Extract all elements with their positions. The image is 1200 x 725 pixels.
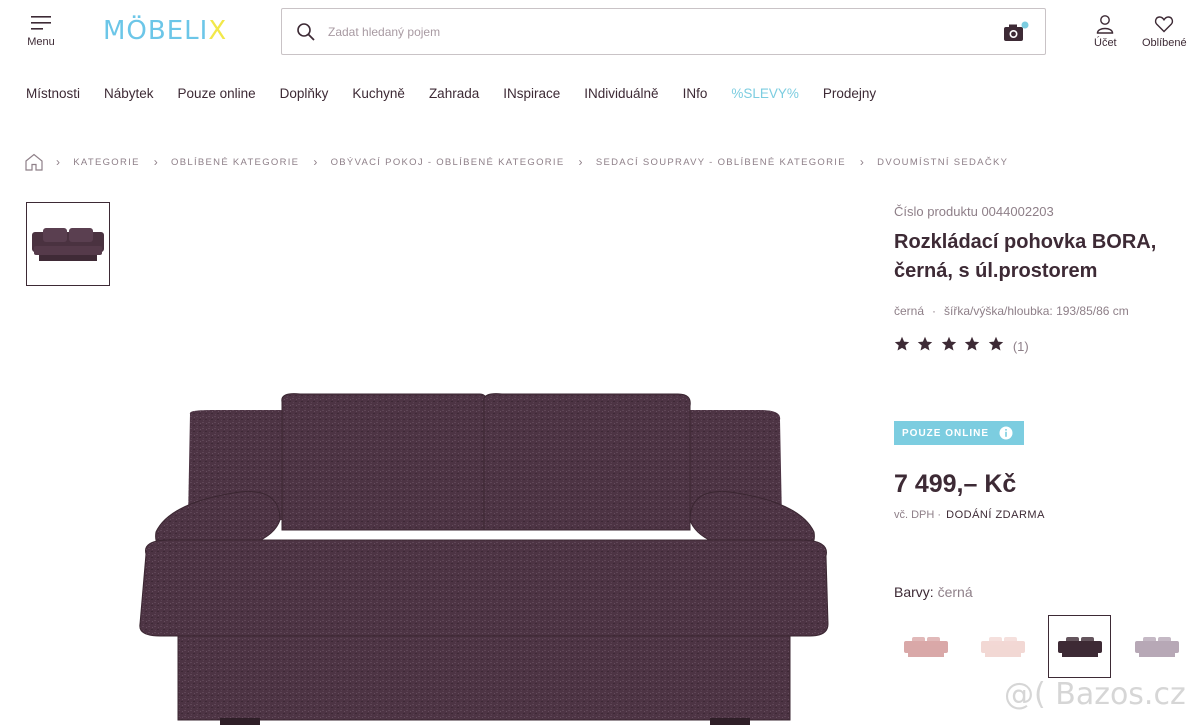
account-button[interactable]: Účet	[1094, 14, 1117, 49]
nav-item-doplnky[interactable]: Doplňky	[280, 86, 329, 101]
spec-separator: ·	[932, 304, 937, 318]
sofa-swatch-image	[903, 636, 948, 657]
logo[interactable]: MÖBELIX	[103, 16, 227, 46]
star-icon	[988, 336, 1004, 351]
product-number: Číslo produktu 0044002203	[894, 204, 1054, 219]
nav-item-nabytek[interactable]: Nábytek	[104, 86, 154, 101]
site-header: Menu MÖBELIX Účet Oblíbené	[0, 0, 1200, 70]
nav-item-info[interactable]: INfo	[683, 86, 708, 101]
menu-label: Menu	[27, 36, 55, 48]
nav-item-kuchyne[interactable]: Kuchyně	[352, 86, 405, 101]
heart-icon	[1155, 16, 1174, 33]
product-number-value: 0044002203	[981, 204, 1054, 219]
nav-item-zahrada[interactable]: Zahrada	[429, 86, 479, 101]
breadcrumb-item[interactable]: OBLÍBENÉ KATEGORIE	[171, 157, 299, 168]
colors-label-value: černá	[937, 584, 973, 600]
spec-dimensions: šířka/výška/hloubka: 193/85/86 cm	[944, 304, 1129, 318]
logo-text: MÖBELI	[103, 16, 209, 46]
nav-item-inspirace[interactable]: INspirace	[503, 86, 560, 101]
chevron-right-icon: ›	[859, 155, 866, 169]
chevron-right-icon: ›	[153, 155, 160, 169]
menu-button[interactable]: Menu	[24, 14, 58, 48]
color-swatches	[894, 615, 1200, 678]
rating-count[interactable]: (1)	[1013, 339, 1029, 354]
nav-item-mistnosti[interactable]: Místnosti	[26, 86, 80, 101]
user-icon	[1097, 15, 1114, 34]
favorites-label: Oblíbené	[1142, 37, 1187, 49]
chevron-right-icon: ›	[578, 155, 584, 169]
product-main-image[interactable]	[130, 380, 840, 725]
online-only-badge: POUZE ONLINE	[894, 421, 1024, 445]
badge-label: POUZE ONLINE	[902, 427, 990, 439]
breadcrumb-item-current: DVOUMÍSTNÍ SEDAČKY	[877, 156, 1009, 168]
vat-label: vč. DPH	[894, 509, 935, 521]
rating-stars	[894, 336, 1007, 357]
product-number-label: Číslo produktu	[894, 204, 978, 219]
product-rating[interactable]: (1)	[894, 336, 1029, 357]
nav-item-slevy[interactable]: %SLEVY%	[731, 86, 799, 101]
delivery-label: DODÁNÍ ZDARMA	[946, 509, 1045, 521]
camera-search-icon[interactable]	[1003, 21, 1029, 43]
nav-item-individualne[interactable]: INdividuálně	[584, 86, 658, 101]
breadcrumb-item[interactable]: SEDACÍ SOUPRAVY - OBLÍBENÉ KATEGORIE	[596, 157, 846, 168]
star-icon	[918, 336, 933, 351]
colors-label-text: Barvy:	[894, 584, 934, 600]
price-note: vč. DPH · DODÁNÍ ZDARMA	[894, 509, 1045, 521]
color-swatch[interactable]	[971, 615, 1034, 678]
product-price: 7 499,– Kč	[894, 470, 1017, 498]
nav-item-prodejny[interactable]: Prodejny	[823, 86, 876, 101]
search-icon[interactable]	[296, 22, 316, 42]
color-swatch[interactable]	[1125, 615, 1188, 678]
colors-label: Barvy: černá	[894, 584, 973, 600]
color-swatch-selected[interactable]	[1048, 615, 1111, 678]
sofa-swatch-image	[980, 636, 1025, 657]
star-icon	[894, 336, 910, 351]
product-title-bold: Rozkládací	[894, 231, 999, 253]
product-thumbnail[interactable]	[26, 202, 110, 286]
logo-x: X	[208, 16, 228, 46]
info-icon[interactable]	[999, 426, 1013, 440]
hamburger-icon	[31, 16, 51, 30]
product-specs: černá · šířka/výška/hloubka: 193/85/86 cm	[894, 304, 1129, 318]
sofa-swatch-image	[1134, 636, 1179, 657]
sofa-thumbnail-image	[32, 228, 104, 261]
color-swatch[interactable]	[894, 615, 957, 678]
search-input[interactable]	[328, 21, 968, 43]
account-label: Účet	[1094, 37, 1117, 49]
breadcrumb-item[interactable]: OBÝVACÍ POKOJ - OBLÍBENÉ KATEGORIE	[331, 157, 565, 168]
breadcrumb: › KATEGORIE › OBLÍBENÉ KATEGORIE › OBÝVA…	[24, 153, 1022, 171]
product-title: Rozkládací pohovka BORA, černá, s úl.pro…	[894, 228, 1194, 286]
favorites-button[interactable]: Oblíbené	[1142, 14, 1187, 49]
watermark: @( Bazos.cz	[1004, 677, 1186, 712]
nav-item-pouze-online[interactable]: Pouze online	[178, 86, 256, 101]
search-bar	[281, 8, 1046, 55]
spec-color: černá	[894, 304, 925, 318]
breadcrumb-item[interactable]: KATEGORIE	[73, 157, 139, 168]
sofa-swatch-image	[1057, 636, 1102, 657]
home-icon[interactable]	[24, 153, 44, 171]
star-icon	[941, 336, 957, 351]
chevron-right-icon: ›	[313, 155, 319, 169]
main-nav: Místnosti Nábytek Pouze online Doplňky K…	[26, 86, 900, 101]
chevron-right-icon: ›	[56, 155, 62, 169]
star-icon	[965, 336, 980, 351]
